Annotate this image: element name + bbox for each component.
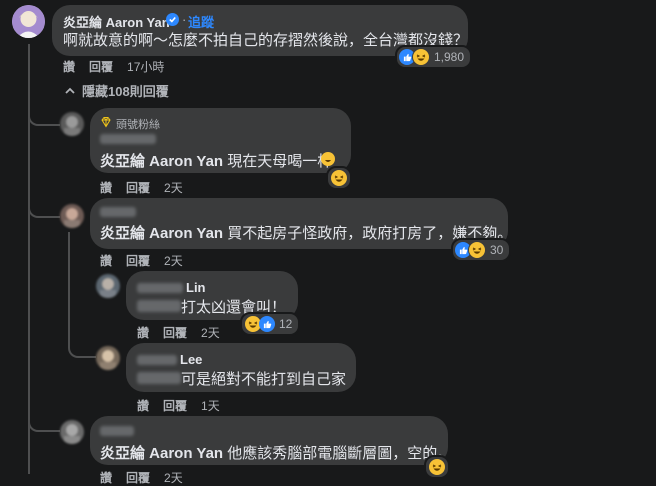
thread-branch-1 — [28, 100, 60, 126]
nested-reply-1-reply-button[interactable]: 回覆 — [163, 326, 187, 340]
nested-reply-2-like-button[interactable]: 讚 — [137, 399, 149, 413]
nested-reply-2-mention-redacted — [137, 372, 181, 384]
reply-1-text: 現在天母喝一杯 — [223, 153, 333, 170]
follow-separator: · — [182, 12, 187, 27]
nested-reply-1-reactions[interactable]: 12 — [240, 312, 301, 336]
nested-reply-1-avatar[interactable] — [96, 274, 120, 298]
nested-reply-2-text: 可是絕對不能打到自己家 — [181, 371, 347, 388]
reply-1-timestamp[interactable]: 2天 — [164, 181, 183, 195]
nested-reply-1-timestamp[interactable]: 2天 — [201, 326, 220, 340]
reply-2-text-line: 炎亞綸 Aaron Yan 買不起房子怪政府，政府打房了，嫌不夠。 — [100, 222, 512, 243]
hidden-replies-label: 隱藏108則回覆 — [82, 84, 169, 99]
blurred-avatar-icon — [64, 424, 80, 444]
reply-3-reactions[interactable] — [424, 455, 450, 479]
blurred-avatar-icon — [100, 278, 116, 298]
reply-1-reply-button[interactable]: 回覆 — [126, 181, 150, 195]
reply-1-text-line: 炎亞綸 Aaron Yan 現在天母喝一杯 — [100, 150, 332, 171]
thread-branch-nested-1 — [68, 268, 94, 286]
reaction-count: 30 — [490, 243, 504, 257]
reply-2-reactions[interactable]: 30 — [451, 238, 512, 262]
thread-branch-2 — [28, 190, 60, 218]
reply-2-name-redacted — [100, 207, 136, 217]
main-comment-reactions[interactable]: 1,980 — [395, 45, 473, 69]
main-comment-actions: 讚回覆 17小時 — [63, 58, 178, 75]
reply-1-mention[interactable]: 炎亞綸 Aaron Yan — [100, 153, 223, 170]
like-reaction-icon — [259, 316, 275, 332]
reply-2-avatar[interactable] — [60, 204, 84, 228]
chevron-up-icon — [65, 87, 75, 94]
nested-reply-2-actions: 讚回覆 1天 — [137, 397, 234, 414]
verified-badge-icon — [166, 13, 179, 26]
reply-2-mention[interactable]: 炎亞綸 Aaron Yan — [100, 225, 223, 242]
reply-1-name-redacted — [100, 134, 156, 144]
reply-1-actions: 讚回覆 2天 — [100, 179, 197, 196]
top-fan-badge: 頭號粉絲 — [116, 119, 160, 131]
haha-reaction-icon — [428, 458, 446, 476]
reply-2-timestamp[interactable]: 2天 — [164, 254, 183, 268]
blurred-avatar-icon — [64, 208, 80, 228]
nested-reply-2-reply-button[interactable]: 回覆 — [163, 399, 187, 413]
reaction-count: 12 — [279, 317, 293, 331]
reply-3-name-redacted — [100, 426, 134, 436]
reply-3-actions: 讚回覆 2天 — [100, 469, 197, 486]
blurred-avatar-icon — [64, 116, 80, 136]
nested-reply-1-like-button[interactable]: 讚 — [137, 326, 149, 340]
nested-reply-2-name-suffix[interactable]: Lee — [180, 352, 202, 367]
reply-3-text: 他應該秀腦部電腦斷層圖，空的。 — [223, 445, 453, 462]
reply-1-reactions[interactable] — [326, 166, 352, 190]
comment-timestamp[interactable]: 17小時 — [127, 60, 164, 74]
top-fan-icon — [100, 115, 112, 133]
like-button[interactable]: 讚 — [63, 60, 75, 74]
nested-reply-2-avatar[interactable] — [96, 346, 120, 370]
laughing-emoji-icon — [321, 152, 335, 166]
reply-1-like-button[interactable]: 讚 — [100, 181, 112, 195]
reply-2-actions: 讚回覆 2天 — [100, 252, 197, 269]
main-author-avatar[interactable] — [12, 5, 45, 38]
thread-branch-nested-2 — [68, 290, 96, 358]
nested-reply-1-name-suffix[interactable]: Lin — [186, 280, 206, 295]
haha-reaction-icon — [412, 48, 430, 66]
nested-reply-2-name-redacted — [137, 355, 177, 365]
reply-2-reply-button[interactable]: 回覆 — [126, 254, 150, 268]
haha-reaction-icon — [468, 241, 486, 259]
nested-reply-1-mention-redacted — [137, 300, 181, 312]
hidden-replies-toggle[interactable]: 隱藏108則回覆 — [64, 81, 169, 100]
nested-reply-1-actions: 讚回覆 2天 — [137, 324, 234, 341]
avatar-portrait-icon — [12, 5, 45, 38]
reply-2-like-button[interactable]: 讚 — [100, 254, 112, 268]
reply-3-avatar[interactable] — [60, 420, 84, 444]
reaction-count: 1,980 — [434, 50, 465, 64]
nested-reply-2-timestamp[interactable]: 1天 — [201, 399, 220, 413]
reply-3-mention[interactable]: 炎亞綸 Aaron Yan — [100, 445, 223, 462]
reply-button[interactable]: 回覆 — [89, 60, 113, 74]
thread-branch-3 — [28, 400, 60, 432]
blurred-avatar-icon — [100, 350, 116, 370]
haha-reaction-icon — [330, 169, 348, 187]
reply-3-text-line: 炎亞綸 Aaron Yan 他應該秀腦部電腦斷層圖，空的。 — [100, 442, 452, 463]
reply-1-avatar[interactable] — [60, 112, 84, 136]
nested-reply-1-name-redacted — [137, 283, 183, 293]
